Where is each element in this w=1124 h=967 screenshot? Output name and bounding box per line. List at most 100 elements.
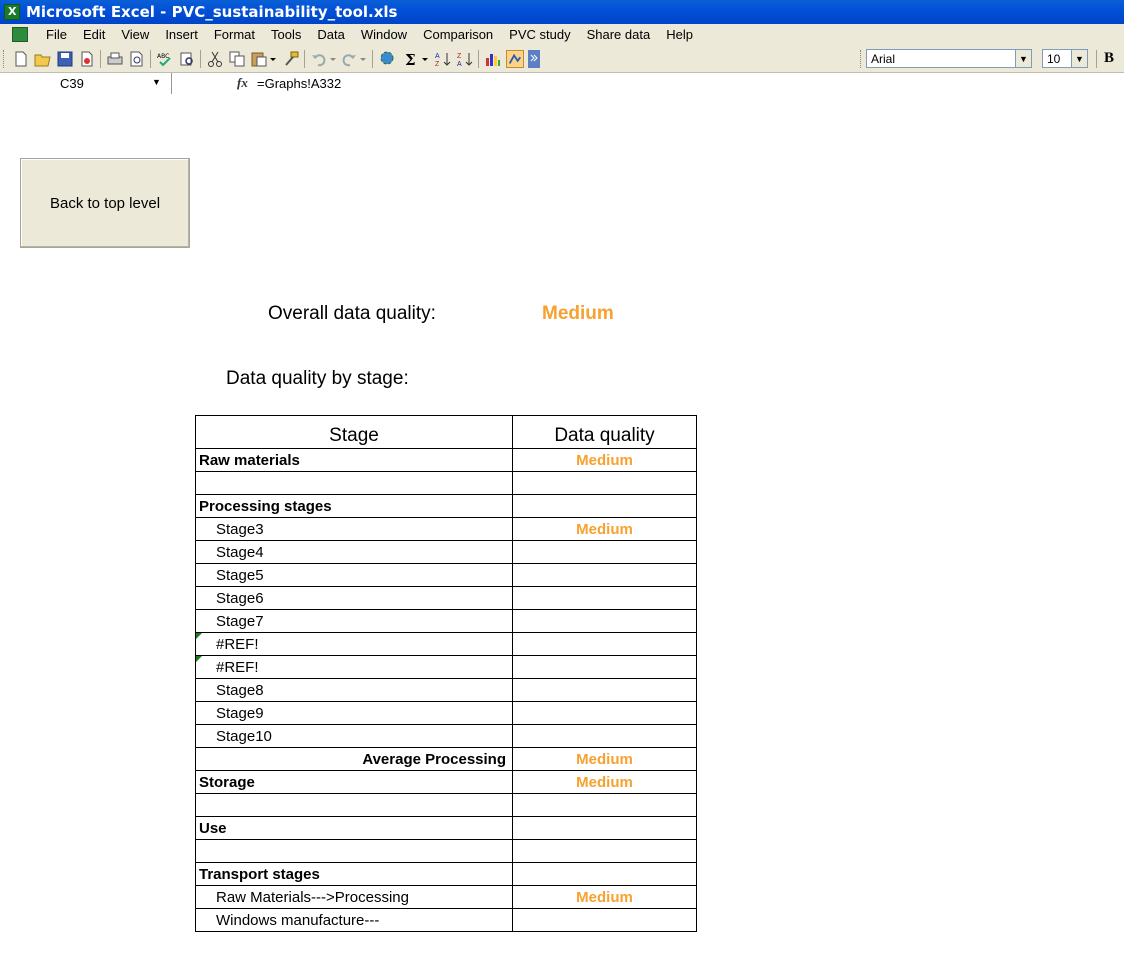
cell-reference[interactable]: C39 <box>60 76 84 91</box>
stage-cell[interactable]: Stage7 <box>195 609 513 633</box>
column-header-data-quality[interactable]: Data quality <box>512 415 697 449</box>
undo-dropdown-icon[interactable] <box>328 50 338 68</box>
excel-app-icon[interactable] <box>4 4 20 20</box>
autosum-dropdown-icon[interactable] <box>420 50 430 68</box>
menu-data[interactable]: Data <box>309 24 352 46</box>
bold-button[interactable]: B <box>1104 50 1124 68</box>
research-icon[interactable] <box>178 50 196 68</box>
format-painter-icon[interactable] <box>282 50 300 68</box>
stage-cell[interactable]: Stage4 <box>195 540 513 564</box>
quality-cell[interactable] <box>512 494 697 518</box>
workbook-icon[interactable] <box>12 27 28 42</box>
autosum-icon[interactable]: Σ <box>402 50 420 68</box>
menu-insert[interactable]: Insert <box>157 24 206 46</box>
quality-cell[interactable] <box>512 471 697 495</box>
formula-input[interactable]: =Graphs!A332 <box>257 76 341 91</box>
hyperlink-icon[interactable] <box>378 50 396 68</box>
stage-cell[interactable]: Stage6 <box>195 586 513 610</box>
svg-text:ABC: ABC <box>157 53 169 60</box>
undo-icon[interactable] <box>310 50 328 68</box>
quality-cell[interactable] <box>512 655 697 679</box>
paste-dropdown-icon[interactable] <box>268 50 278 68</box>
stage-cell[interactable]: Storage <box>195 770 513 794</box>
stage-cell[interactable]: Processing stages <box>195 494 513 518</box>
paste-icon[interactable] <box>250 50 268 68</box>
sort-ascending-icon[interactable]: AZ <box>434 50 452 68</box>
stage-cell[interactable] <box>195 839 513 863</box>
stage-cell[interactable]: Transport stages <box>195 862 513 886</box>
table-row: Stage9 <box>195 701 697 725</box>
toolbar-grip[interactable] <box>3 50 7 68</box>
open-icon[interactable] <box>34 50 52 68</box>
stage-cell[interactable] <box>195 793 513 817</box>
quality-cell[interactable]: Medium <box>512 885 697 909</box>
quality-cell[interactable] <box>512 563 697 587</box>
quality-cell[interactable] <box>512 793 697 817</box>
cut-icon[interactable] <box>206 50 224 68</box>
table-row: Stage4 <box>195 540 697 564</box>
font-name-input[interactable]: Arial <box>866 49 1016 68</box>
print-preview-icon[interactable] <box>128 50 146 68</box>
stage-cell[interactable]: Windows manufacture--- <box>195 908 513 932</box>
stage-cell-error[interactable]: #REF! <box>195 655 513 679</box>
quality-cell[interactable]: Medium <box>512 517 697 541</box>
permission-icon[interactable] <box>78 50 96 68</box>
menu-edit[interactable]: Edit <box>75 24 113 46</box>
stage-cell[interactable]: Stage3 <box>195 517 513 541</box>
stage-cell[interactable]: Use <box>195 816 513 840</box>
stage-cell[interactable]: Stage9 <box>195 701 513 725</box>
overall-data-quality-value: Medium <box>542 303 614 324</box>
menu-window[interactable]: Window <box>353 24 415 46</box>
font-size-dropdown-icon[interactable]: ▼ <box>1072 49 1088 68</box>
menu-format[interactable]: Format <box>206 24 263 46</box>
menu-comparison[interactable]: Comparison <box>415 24 501 46</box>
stage-cell-error[interactable]: #REF! <box>195 632 513 656</box>
new-icon[interactable] <box>12 50 30 68</box>
redo-dropdown-icon[interactable] <box>358 50 368 68</box>
menu-tools[interactable]: Tools <box>263 24 309 46</box>
quality-cell[interactable] <box>512 678 697 702</box>
toolbar-options-icon[interactable] <box>528 50 540 68</box>
quality-cell[interactable] <box>512 609 697 633</box>
quality-cell[interactable]: Medium <box>512 770 697 794</box>
font-name-dropdown-icon[interactable]: ▼ <box>1016 49 1032 68</box>
quality-cell[interactable] <box>512 816 697 840</box>
redo-icon[interactable] <box>340 50 358 68</box>
back-to-top-level-button[interactable]: Back to top level <box>20 158 190 248</box>
sort-descending-icon[interactable]: ZA <box>456 50 474 68</box>
stage-cell[interactable]: Average Processing <box>195 747 513 771</box>
quality-cell[interactable] <box>512 724 697 748</box>
menu-share-data[interactable]: Share data <box>579 24 659 46</box>
menu-view[interactable]: View <box>113 24 157 46</box>
menu-file[interactable]: File <box>38 24 75 46</box>
stage-cell[interactable]: Stage10 <box>195 724 513 748</box>
name-box[interactable]: C39 ▼ <box>0 73 172 94</box>
quality-cell[interactable] <box>512 586 697 610</box>
stage-cell[interactable]: Raw Materials--->Processing <box>195 885 513 909</box>
quality-cell[interactable]: Medium <box>512 747 697 771</box>
name-box-dropdown-icon[interactable]: ▼ <box>152 77 161 87</box>
quality-cell[interactable] <box>512 701 697 725</box>
quality-cell[interactable] <box>512 908 697 932</box>
quality-cell[interactable] <box>512 839 697 863</box>
column-header-stage[interactable]: Stage <box>195 415 513 449</box>
spelling-icon[interactable]: ABC <box>156 50 174 68</box>
chart-wizard-icon[interactable] <box>484 50 502 68</box>
menu-help[interactable]: Help <box>658 24 701 46</box>
drawing-icon[interactable] <box>506 50 524 68</box>
save-icon[interactable] <box>56 50 74 68</box>
toolbar-grip[interactable] <box>860 50 864 68</box>
stage-cell[interactable] <box>195 471 513 495</box>
font-size-input[interactable]: 10 <box>1042 49 1072 68</box>
quality-cell[interactable]: Medium <box>512 448 697 472</box>
copy-icon[interactable] <box>228 50 246 68</box>
quality-cell[interactable] <box>512 632 697 656</box>
quality-cell[interactable] <box>512 540 697 564</box>
quality-cell[interactable] <box>512 862 697 886</box>
print-icon[interactable] <box>106 50 124 68</box>
menu-pvc-study[interactable]: PVC study <box>501 24 578 46</box>
stage-cell[interactable]: Raw materials <box>195 448 513 472</box>
stage-cell[interactable]: Stage5 <box>195 563 513 587</box>
stage-cell[interactable]: Stage8 <box>195 678 513 702</box>
insert-function-icon[interactable]: fx <box>237 75 248 91</box>
